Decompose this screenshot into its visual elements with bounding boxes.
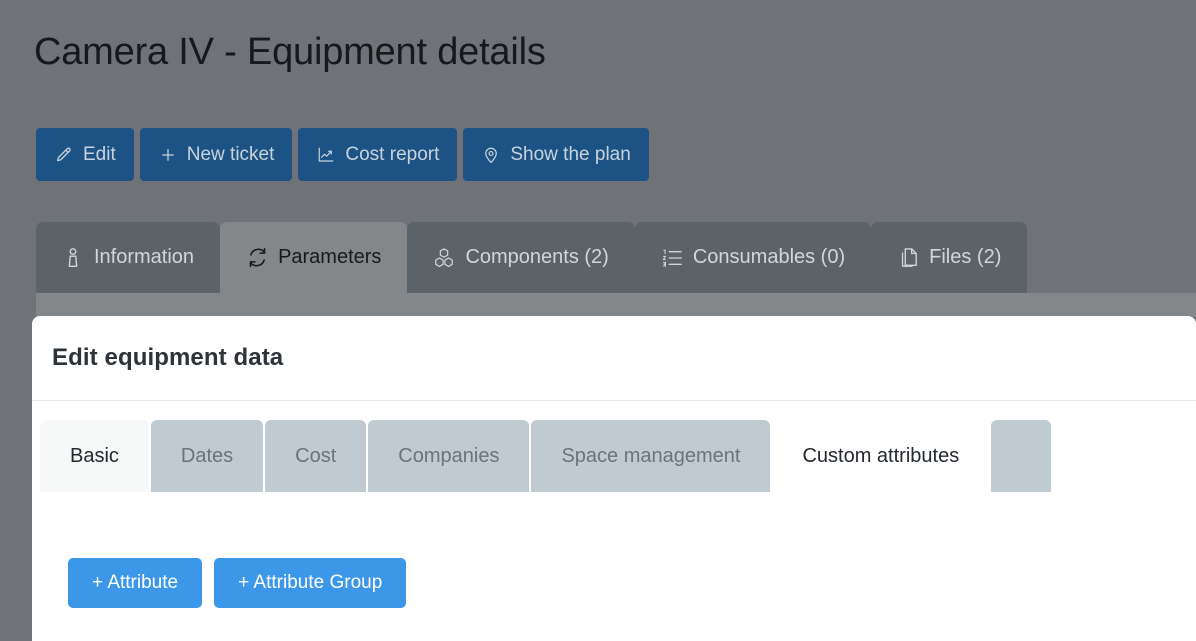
tab-consumables[interactable]: Consumables (0) <box>634 222 872 293</box>
modal-tab-custom-attributes-label: Custom attributes <box>802 444 960 467</box>
modal-tab-cost[interactable]: Cost <box>265 420 367 492</box>
cubes-icon <box>433 247 455 269</box>
add-attribute-button[interactable]: + Attribute <box>68 558 203 608</box>
tab-parameters-label: Parameters <box>278 246 382 268</box>
modal-tab-companies[interactable]: Companies <box>368 420 530 492</box>
custom-attributes-actions: + Attribute + Attribute Group <box>68 558 407 608</box>
modal-tab-bar: Basic Dates Cost Companies Space managem… <box>40 420 1052 492</box>
pencil-icon <box>54 145 74 165</box>
equipment-tab-bar: Information Parameters Components (2) Co… <box>36 222 1028 293</box>
refresh-icon <box>246 247 268 269</box>
tab-parameters[interactable]: Parameters <box>220 222 408 293</box>
action-button-bar: Edit New ticket Cost report Show the pla… <box>36 128 649 181</box>
tab-components[interactable]: Components (2) <box>407 222 635 293</box>
tab-panel-strip <box>36 293 1196 317</box>
cost-report-button-label: Cost report <box>345 143 440 165</box>
modal-tab-dates-label: Dates <box>180 444 234 467</box>
show-the-plan-button-label: Show the plan <box>510 143 631 165</box>
info-person-icon <box>62 247 84 269</box>
show-the-plan-button[interactable]: Show the plan <box>463 128 649 181</box>
edit-button[interactable]: Edit <box>36 128 134 181</box>
numbered-list-icon <box>661 247 683 269</box>
modal-title: Edit equipment data <box>52 344 284 371</box>
chart-line-icon <box>316 145 336 165</box>
modal-tab-basic-label: Basic <box>70 444 119 467</box>
add-attribute-group-button[interactable]: + Attribute Group <box>214 558 407 608</box>
tab-components-label: Components (2) <box>465 246 609 268</box>
tab-consumables-label: Consumables (0) <box>692 246 846 268</box>
modal-tab-companies-label: Companies <box>398 444 500 467</box>
modal-tab-space-management[interactable]: Space management <box>531 420 771 492</box>
modal-tab-overflow[interactable] <box>991 420 1052 492</box>
copy-files-icon <box>897 247 919 269</box>
tab-files[interactable]: Files (2) <box>871 222 1028 293</box>
new-ticket-button-label: New ticket <box>186 143 275 165</box>
tab-information[interactable]: Information <box>36 222 221 293</box>
modal-tab-space-management-label: Space management <box>561 444 741 467</box>
edit-equipment-modal: Edit equipment data Basic Dates Cost Com… <box>32 316 1196 641</box>
edit-button-label: Edit <box>83 143 116 165</box>
cost-report-button[interactable]: Cost report <box>298 128 458 181</box>
new-ticket-button[interactable]: New ticket <box>139 128 293 181</box>
plus-icon <box>158 145 178 165</box>
map-pin-icon <box>481 145 501 165</box>
modal-tab-custom-attributes[interactable]: Custom attributes <box>772 420 990 492</box>
tab-information-label: Information <box>94 246 195 268</box>
page-title: Camera IV - Equipment details <box>34 31 546 73</box>
modal-header: Edit equipment data <box>32 316 1196 401</box>
tab-files-label: Files (2) <box>929 246 1002 268</box>
modal-tab-dates[interactable]: Dates <box>150 420 264 492</box>
modal-tab-basic[interactable]: Basic <box>40 420 149 492</box>
modal-tab-cost-label: Cost <box>295 444 337 467</box>
